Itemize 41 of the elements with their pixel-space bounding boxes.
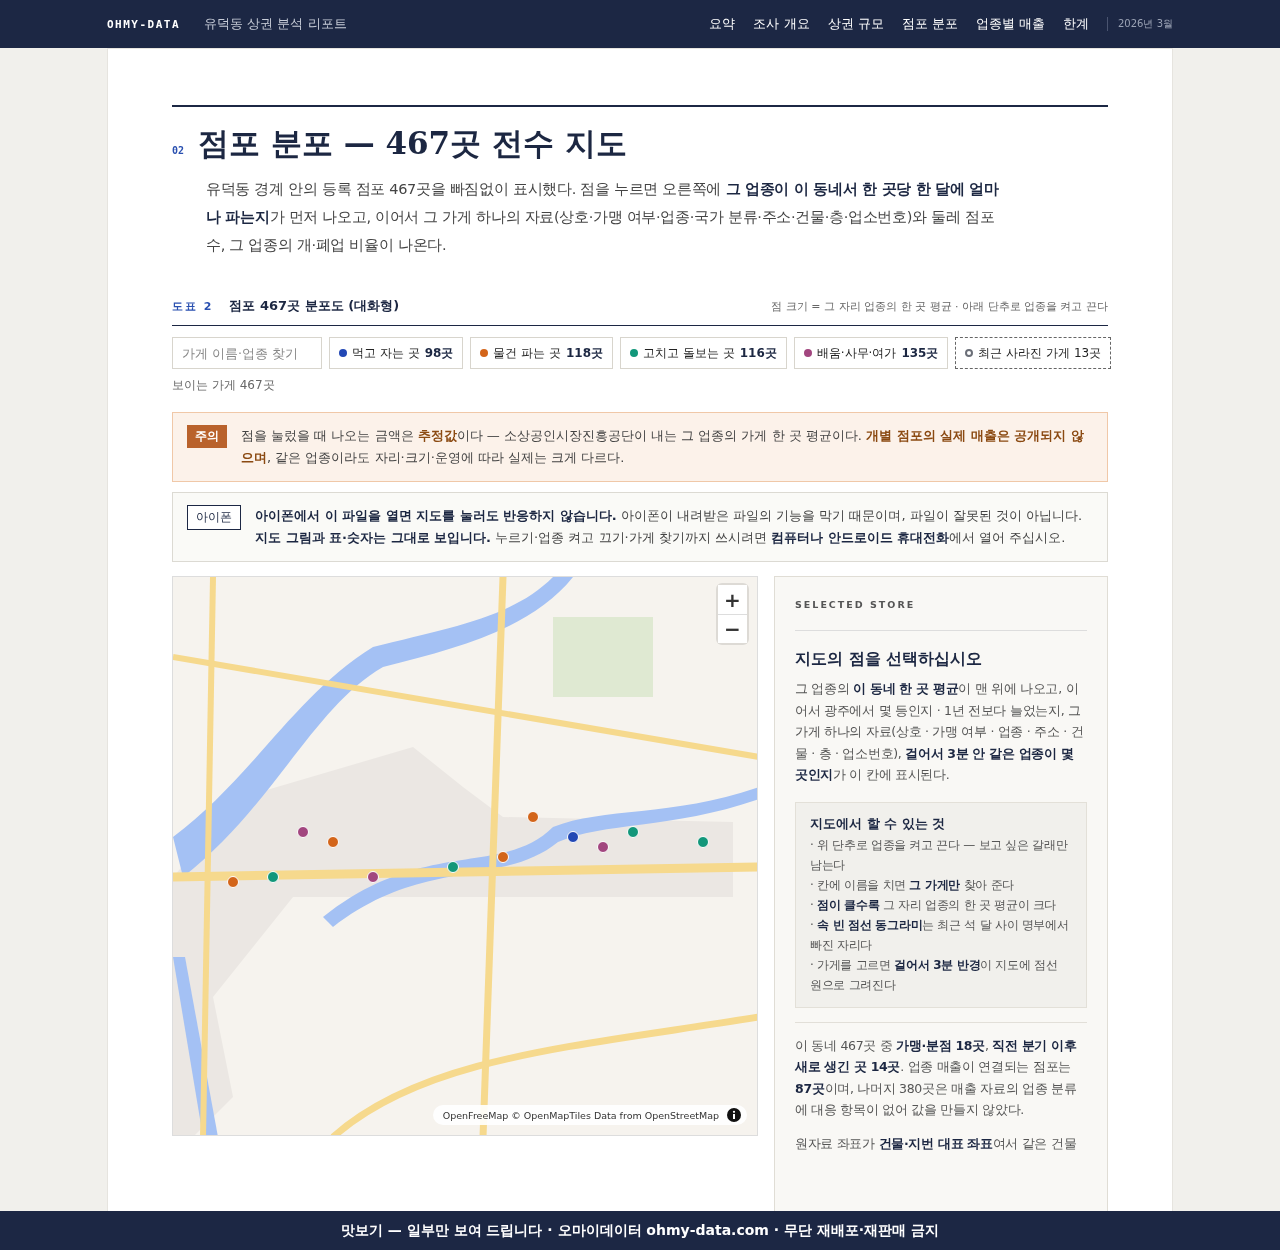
notice-text: 점을 눌렀을 때 나오는 금액은 추정값이다 — 소상공인시장진흥공단이 내는 그 업종의 가게 한 곳 평균이다. 개별 점포의 실제 매출은 공개되지 않으며, 같은 업종이라도 자리·크기·운영에 따라 실제는 크게 다르다.: [241, 427, 1085, 467]
panel-text: 원자료 좌표가 건물·지번 대표 좌표여서 같은 건물: [795, 1134, 1078, 1153]
panel-text: 이 동네 467곳 중 가맹·분점 18곳, 직전 분기 이후 새로 생긴 곳 14곳. 업종 매출이 연결되는 점포는 87곳이며, 나머지 380곳은 매출 자료의 업종 분류에 대응 항목이 없어 값을 만들지 않았다.: [795, 1036, 1078, 1119]
filter-button[interactable]: 먹고 자는 곳 98곳: [329, 337, 464, 369]
zoom-out-button[interactable]: −: [718, 614, 747, 643]
filter-button[interactable]: 물건 파는 곳 118곳: [470, 337, 614, 369]
nav-link[interactable]: 업종별 매출: [975, 15, 1045, 33]
figure-note: 점 크기 = 그 자리 업종의 한 곳 평균 · 아래 단추로 업종을 켜고 끈다: [771, 299, 1108, 314]
figure-title: 점포 467곳 분포도 (대화형): [229, 297, 400, 315]
preview-banner: 맛보기 — 일부만 보여 드립니다 · 오마이데이터 ohmy-data.com · 무단 재배포·재판매 금지: [0, 1211, 1280, 1250]
nav-link[interactable]: 조사 개요: [753, 15, 810, 33]
notice-badge: 아이폰: [187, 505, 241, 530]
panel-text: 그 업종의 이 동네 한 곳 평균이 맨 위에 나오고, 이어서 광주에서 몇 등인지 · 1년 전보다 늘었는지, 그 가게 하나의 자료(상호 · 가맹 여부 · 업종 · 주소 · 건물 · 층 · 업소번호), 걸어서 3분 안 같은 업종이 몇 곳인지가 이 칸에 표시된다.: [795, 680, 1085, 784]
nav-link[interactable]: 점포 분포: [901, 15, 958, 33]
help-item: · 가게를 고르면 걸어서 3분 반경이 지도에 점선 원으로 그려진다: [810, 956, 1059, 994]
notice-text: 아이폰에서 이 파일을 열면 지도를 눌러도 반응하지 않습니다. 아이폰이 내려받은 파일의 기능을 막기 때문이며, 파일이 잘못된 것이 아닙니다. 지도 그림과 표·숫자는 그대로 보입니다. 누르기·업종 켜고 끄기·가게 찾기까지 쓰시려면 컴퓨터나 안드로이드 휴대전화에서 열어 주십시오.: [255, 507, 1084, 547]
intro-paragraph: 유덕동 경계 안의 등록 점포 467곳을 빠짐없이 표시했다. 점을 누르면 오른쪽에 그 업종이 이 동네서 한 곳당 한 달에 얼마나 파는지가 먼저 나오고, 이어서 그 가게 하나의 자료(상호·가맹 여부·업종·국가 분류·주소·건물·층·업소번호)와 둘레 점포 수, 그 업종의 개·폐업 비율이 나온다.: [206, 180, 1000, 255]
notice-badge: 주의: [187, 425, 227, 448]
brand-logo[interactable]: OHMY-DATA: [107, 17, 181, 31]
report-date: 2026년 3월: [1107, 17, 1173, 31]
panel-title: 지도의 점을 선택하십시오: [795, 649, 984, 670]
help-title: 지도에서 할 수 있는 것: [810, 814, 947, 833]
help-item: · 속 빈 점선 동그라미는 최근 석 달 사이 명부에서 빠진 자리다: [810, 916, 1070, 954]
section-title: 점포 분포 — 467곳 전수 지도: [198, 124, 627, 163]
help-item: · 점이 클수록 그 자리 업종의 한 곳 평균이 크다: [810, 896, 1058, 914]
nav-link[interactable]: 한계: [1063, 15, 1089, 33]
search-field[interactable]: 가게 이름·업종 찾기: [172, 337, 322, 369]
visible-count: 보이는 가게 467곳: [172, 377, 276, 394]
filter-button[interactable]: 고치고 돌보는 곳 116곳: [620, 337, 787, 369]
help-item: · 위 단추로 업종을 켜고 끈다 — 보고 싶은 갈래만 남는다: [810, 836, 1069, 874]
attribution-text: OpenFreeMap © OpenMapTiles Data from OpenStreetMap: [442, 1109, 719, 1121]
nav-link[interactable]: 상권 규모: [827, 15, 884, 33]
info-icon[interactable]: [727, 1108, 741, 1122]
report-title: 유덕동 상권 분석 리포트: [204, 15, 347, 33]
filter-button[interactable]: 최근 사라진 가게 13곳: [955, 337, 1112, 369]
filter-button[interactable]: 배움·사무·여가 135곳: [793, 337, 949, 369]
figure-label: 도표 2: [172, 299, 214, 314]
help-item: · 칸에 이름을 치면 그 가게만 찾아 준다: [810, 876, 1015, 894]
section-number: 02: [172, 145, 185, 156]
nav-link[interactable]: 요약: [709, 15, 736, 33]
panel-eyebrow: SELECTED STORE: [795, 599, 1087, 631]
